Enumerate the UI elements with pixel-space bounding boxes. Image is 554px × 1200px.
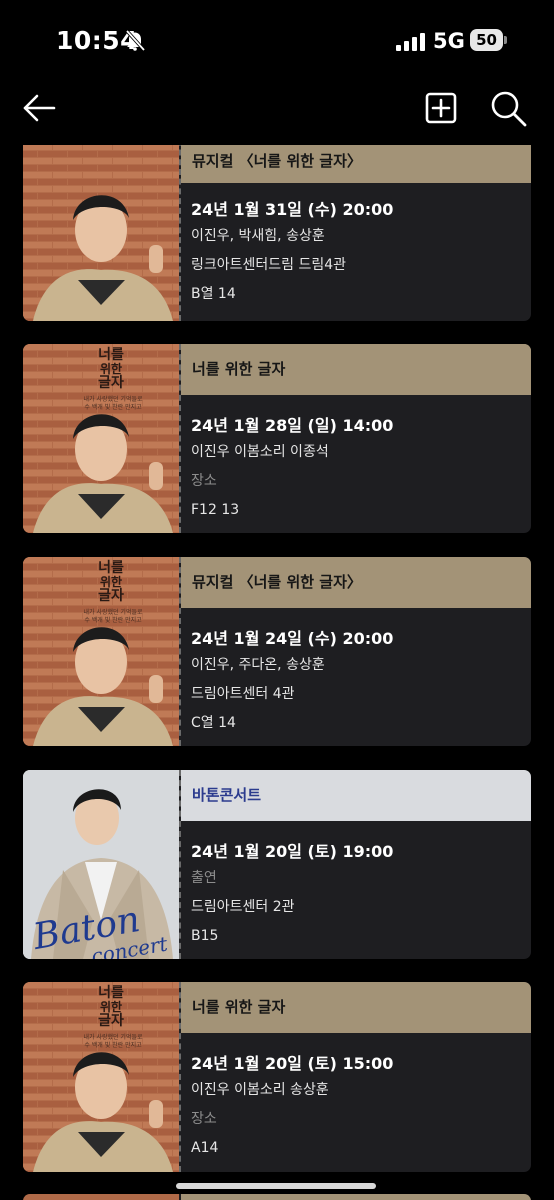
ticket-seat: B열 14: [191, 286, 236, 302]
search-icon: [491, 91, 527, 127]
ticket-title: 뮤지컬 〈너를 위한 글자〉: [192, 573, 362, 591]
ticket-seat: B15: [191, 928, 219, 944]
ticket-title: 너를 위한 글자: [192, 360, 286, 378]
ticket-title-bar: 뮤지컬 〈너를 위한 글자〉: [181, 557, 531, 608]
battery-tip: [504, 36, 507, 44]
ticket-card[interactable]: 너를 위한 글자 내가 사랑했던 기억들로 수 백개 빛 찬란 만지고 뮤지컬 …: [23, 557, 531, 746]
poster-title-art: 너를 위한 글자: [98, 560, 124, 604]
ticket-title-bar: 바톤콘서트: [181, 770, 531, 821]
ticket-cast: 이진우, 주다온, 송상훈: [191, 657, 325, 673]
ticket-venue: 장소: [191, 1111, 217, 1127]
poster-image: 너를 위한 글자 내가 사랑했던 기억들로 수 백개 빛 찬란 만지고: [23, 982, 179, 1172]
status-bar: 10:54 5G 50: [0, 0, 554, 80]
ticket-title: 너를 위한 글자: [192, 998, 286, 1016]
poster-subtitle-art: 내가 사랑했던 기억들로 수 백개 빛 찬란 만지고: [83, 1034, 143, 1049]
plus-square-icon: [425, 92, 457, 124]
poster-subtitle-art: 내가 사랑했던 기억들로 수 백개 빛 찬란 만지고: [83, 396, 143, 411]
poster-image: 너를 위한 글자 내가 사랑했던 기억들로 수 백개 빛 찬란 만지고: [23, 344, 179, 533]
ticket-card[interactable]: [23, 1194, 531, 1200]
poster-subtitle-art: 내가 사랑했던 기억들로 수 백개 빛 찬란 만지고: [83, 609, 143, 624]
ticket-venue: 드림아트센터 4관: [191, 686, 295, 702]
bell-slash-icon: [124, 29, 146, 51]
ticket-list[interactable]: 뮤지컬 〈너를 위한 글자〉 24년 1월 31일 (수) 20:00 이진우,…: [0, 0, 554, 1200]
ticket-cast: 출연: [191, 870, 217, 886]
ticket-date: 24년 1월 31일 (수) 20:00: [191, 200, 394, 219]
ticket-title-bar-fill: 너를 위한 글자: [181, 344, 531, 395]
search-button[interactable]: [488, 88, 530, 130]
poster-image: [23, 130, 179, 321]
ticket-venue: 링크아트센터드림 드림4관: [191, 257, 347, 273]
ticket-date: 24년 1월 20일 (토) 19:00: [191, 842, 394, 861]
poster-image: [23, 1194, 179, 1200]
ticket-seat: A14: [191, 1140, 219, 1156]
ticket-title-bar: [181, 1194, 531, 1200]
ticket-card[interactable]: 너를 위한 글자 내가 사랑했던 기억들로 수 백개 빛 찬란 만지고 너를 위…: [23, 344, 531, 533]
poster-title-art: 너를 위한 글자: [98, 985, 124, 1029]
ticket-venue: 드림아트센터 2관: [191, 899, 295, 915]
nav-bar: [0, 80, 554, 140]
back-arrow-icon: [23, 94, 56, 122]
poster-image: 너를 위한 글자 내가 사랑했던 기억들로 수 백개 빛 찬란 만지고: [23, 557, 179, 746]
network-type: 5G: [433, 29, 465, 53]
back-button[interactable]: [20, 88, 60, 128]
ticket-seat: C열 14: [191, 715, 236, 731]
ticket-card[interactable]: Baton concert 바톤콘서트 24년 1월 20일 (토) 19:00…: [23, 770, 531, 959]
battery-level: 50: [470, 29, 503, 51]
home-indicator[interactable]: [176, 1183, 376, 1189]
ticket-date: 24년 1월 24일 (수) 20:00: [191, 629, 394, 648]
ticket-venue: 장소: [191, 473, 217, 489]
ticket-card[interactable]: 뮤지컬 〈너를 위한 글자〉 24년 1월 31일 (수) 20:00 이진우,…: [23, 130, 531, 321]
add-button[interactable]: [424, 88, 460, 128]
ticket-cast: 이진우, 박새힘, 송상훈: [191, 228, 325, 244]
ticket-seat: F12 13: [191, 502, 240, 518]
ticket-cast: 이진우 이봄소리 송상훈: [191, 1082, 329, 1098]
ticket-title: 뮤지컬 〈너를 위한 글자〉: [192, 152, 362, 170]
ticket-title-bar: 뮤지컬 〈너를 위한 글자〉: [181, 145, 531, 183]
ticket-date: 24년 1월 28일 (일) 14:00: [191, 416, 394, 435]
ticket-date: 24년 1월 20일 (토) 15:00: [191, 1054, 394, 1073]
poster-image: Baton concert: [23, 770, 179, 959]
ticket-title-bar: 너를 위한 글자: [181, 982, 531, 1033]
signal-bars-icon: [396, 33, 426, 51]
ticket-title: 바톤콘서트: [192, 786, 262, 804]
ticket-cast: 이진우 이봄소리 이종석: [191, 444, 329, 460]
poster-title-art: 너를 위한 글자: [98, 347, 124, 391]
battery-icon: 50: [470, 29, 507, 51]
ticket-card[interactable]: 너를 위한 글자 내가 사랑했던 기억들로 수 백개 빛 찬란 만지고 너를 위…: [23, 982, 531, 1172]
